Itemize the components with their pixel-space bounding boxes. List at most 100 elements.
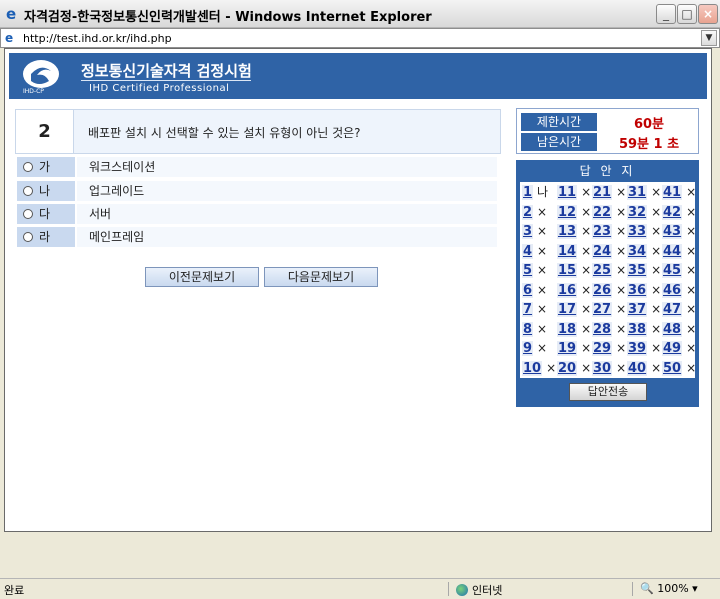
answer-question-link[interactable]: 46 — [662, 282, 683, 298]
answer-question-link[interactable]: 18 — [557, 321, 578, 337]
close-button[interactable]: × — [698, 4, 718, 24]
answer-cell[interactable]: 28 × — [592, 320, 626, 339]
answer-cell[interactable]: 47 × — [662, 300, 696, 319]
answer-cell[interactable]: 14 × — [557, 242, 591, 261]
url-text[interactable]: http://test.ihd.or.kr/ihd.php — [23, 32, 172, 45]
answer-cell[interactable]: 16 × — [557, 281, 591, 300]
radio-icon[interactable] — [23, 186, 33, 196]
option-ra[interactable]: 라 메인프레임 — [17, 227, 497, 247]
answer-question-link[interactable]: 21 — [592, 185, 613, 200]
answer-question-link[interactable]: 1 — [522, 185, 534, 200]
answer-question-link[interactable]: 22 — [592, 204, 613, 220]
answer-cell[interactable]: 31 × — [627, 183, 661, 202]
answer-question-link[interactable]: 17 — [557, 302, 578, 317]
answer-cell[interactable]: 17 × — [557, 300, 591, 319]
answer-cell[interactable]: 24 × — [592, 242, 626, 261]
address-dropdown-button[interactable]: ▼ — [701, 30, 717, 46]
answer-question-link[interactable]: 5 — [522, 263, 534, 278]
minimize-button[interactable]: _ — [656, 4, 676, 24]
answer-question-link[interactable]: 30 — [592, 360, 613, 376]
answer-question-link[interactable]: 33 — [627, 224, 648, 239]
answer-question-link[interactable]: 27 — [592, 302, 613, 317]
answer-cell[interactable]: 18 × — [557, 320, 591, 339]
answer-cell[interactable]: 7 × — [522, 300, 547, 319]
answer-cell[interactable]: 10 × — [522, 359, 556, 378]
radio-icon[interactable] — [23, 209, 33, 219]
answer-cell[interactable]: 50 × — [662, 359, 696, 378]
answer-question-link[interactable]: 38 — [627, 321, 648, 337]
maximize-button[interactable]: □ — [677, 4, 697, 24]
answer-question-link[interactable]: 45 — [662, 263, 683, 278]
answer-cell[interactable]: 46 × — [662, 281, 696, 300]
answer-cell[interactable]: 38 × — [627, 320, 661, 339]
answer-cell[interactable]: 30 × — [592, 359, 626, 378]
answer-question-link[interactable]: 49 — [662, 341, 683, 356]
answer-cell[interactable]: 21 × — [592, 183, 626, 202]
option-badge[interactable]: 다 — [17, 204, 75, 224]
answer-cell[interactable]: 19 × — [557, 339, 591, 358]
radio-icon[interactable] — [23, 162, 33, 172]
answer-question-link[interactable]: 16 — [557, 282, 578, 298]
answer-question-link[interactable]: 15 — [557, 263, 578, 278]
answer-cell[interactable]: 12 × — [557, 203, 591, 222]
option-badge[interactable]: 라 — [17, 227, 75, 247]
answer-question-link[interactable]: 44 — [662, 243, 683, 259]
answer-question-link[interactable]: 41 — [662, 185, 683, 200]
answer-cell[interactable]: 37 × — [627, 300, 661, 319]
answer-cell[interactable]: 20 × — [557, 359, 591, 378]
answer-cell[interactable]: 11 × — [557, 183, 591, 202]
answer-question-link[interactable]: 40 — [627, 360, 648, 376]
answer-question-link[interactable]: 47 — [662, 302, 683, 317]
answer-cell[interactable]: 13 × — [557, 222, 591, 241]
answer-question-link[interactable]: 36 — [627, 282, 648, 298]
answer-question-link[interactable]: 13 — [557, 224, 578, 239]
answer-question-link[interactable]: 43 — [662, 224, 683, 239]
answer-cell[interactable]: 34 × — [627, 242, 661, 261]
answer-cell[interactable]: 2 × — [522, 203, 547, 222]
radio-icon[interactable] — [23, 232, 33, 242]
answer-question-link[interactable]: 12 — [557, 204, 578, 220]
option-badge[interactable]: 나 — [17, 181, 75, 201]
answer-cell[interactable]: 27 × — [592, 300, 626, 319]
answer-question-link[interactable]: 4 — [522, 243, 534, 259]
option-da[interactable]: 다 서버 — [17, 204, 497, 224]
answer-cell[interactable]: 22 × — [592, 203, 626, 222]
next-question-button[interactable]: 다음문제보기 — [264, 267, 378, 287]
option-badge[interactable]: 가 — [17, 157, 75, 177]
answer-cell[interactable]: 8 × — [522, 320, 547, 339]
answer-question-link[interactable]: 11 — [557, 185, 578, 200]
answer-cell[interactable]: 44 × — [662, 242, 696, 261]
answer-question-link[interactable]: 3 — [522, 224, 534, 239]
answer-cell[interactable]: 4 × — [522, 242, 547, 261]
answer-cell[interactable]: 45 × — [662, 261, 696, 280]
prev-question-button[interactable]: 이전문제보기 — [145, 267, 259, 287]
answer-cell[interactable]: 39 × — [627, 339, 661, 358]
answer-cell[interactable]: 43 × — [662, 222, 696, 241]
answer-cell[interactable]: 9 × — [522, 339, 547, 358]
answer-question-link[interactable]: 19 — [557, 341, 578, 356]
answer-question-link[interactable]: 39 — [627, 341, 648, 356]
answer-question-link[interactable]: 29 — [592, 341, 613, 356]
answer-cell[interactable]: 41 × — [662, 183, 696, 202]
zoom-control[interactable]: 🔍 100% ▾ — [640, 582, 698, 595]
option-na[interactable]: 나 업그레이드 — [17, 181, 497, 201]
answer-cell[interactable]: 40 × — [627, 359, 661, 378]
answer-cell[interactable]: 42 × — [662, 203, 696, 222]
answer-question-link[interactable]: 7 — [522, 302, 534, 317]
answer-question-link[interactable]: 42 — [662, 204, 683, 220]
option-ga[interactable]: 가 워크스테이션 — [17, 157, 497, 177]
answer-question-link[interactable]: 31 — [627, 185, 648, 200]
answer-question-link[interactable]: 26 — [592, 282, 613, 298]
address-bar[interactable]: e http://test.ihd.or.kr/ihd.php ▼ — [0, 28, 720, 48]
answer-cell[interactable]: 33 × — [627, 222, 661, 241]
answer-question-link[interactable]: 6 — [522, 282, 534, 298]
answer-cell[interactable]: 26 × — [592, 281, 626, 300]
answer-question-link[interactable]: 10 — [522, 360, 543, 376]
answer-question-link[interactable]: 37 — [627, 302, 648, 317]
answer-question-link[interactable]: 50 — [662, 360, 683, 376]
answer-cell[interactable]: 29 × — [592, 339, 626, 358]
answer-cell[interactable]: 1나 — [522, 183, 548, 202]
answer-cell[interactable]: 32 × — [627, 203, 661, 222]
answer-question-link[interactable]: 20 — [557, 360, 578, 376]
answer-question-link[interactable]: 25 — [592, 263, 613, 278]
